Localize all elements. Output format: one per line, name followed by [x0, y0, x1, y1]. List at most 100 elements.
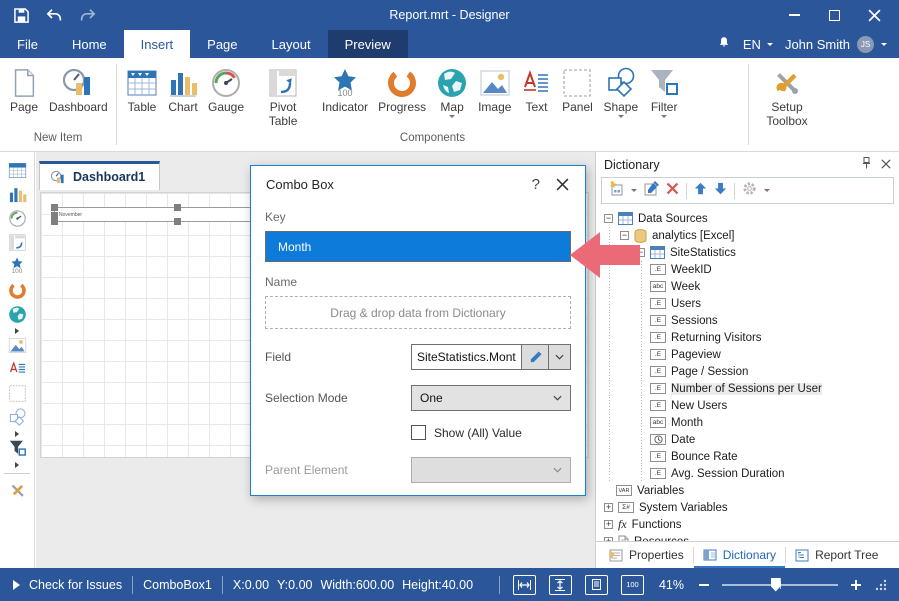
panel-icon[interactable] — [3, 382, 31, 405]
dialog-close-button[interactable] — [554, 178, 570, 191]
resize-grip-icon[interactable] — [874, 578, 887, 591]
help-button[interactable]: ? — [518, 176, 554, 193]
new-item-dropdown-icon[interactable] — [631, 189, 637, 192]
ribbon-item-table[interactable]: Table — [121, 64, 163, 116]
table-icon[interactable] — [3, 159, 31, 182]
text-icon[interactable] — [3, 358, 31, 381]
key-value-field[interactable]: Month — [265, 231, 571, 262]
selection-handle[interactable] — [174, 204, 181, 211]
user-menu[interactable]: John Smith JS — [785, 36, 887, 53]
tree-item-page-session[interactable]: .EPage / Session — [602, 363, 897, 380]
close-button[interactable] — [865, 6, 883, 24]
ribbon-item-text[interactable]: Text — [516, 64, 556, 116]
pin-icon[interactable] — [862, 157, 871, 172]
indicator-icon[interactable]: 100 — [3, 255, 31, 278]
tree-item-sessions[interactable]: .ESessions — [602, 312, 897, 329]
image-icon[interactable] — [3, 334, 31, 357]
ribbon-item-dashboard[interactable]: Dashboard — [44, 64, 112, 116]
tree-item-new-users[interactable]: .ENew Users — [602, 397, 897, 414]
delete-button[interactable] — [666, 182, 679, 200]
gear-icon[interactable] — [742, 181, 757, 201]
ribbon-item-page[interactable]: Page — [4, 64, 44, 116]
setup-toolbox-icon[interactable] — [3, 479, 31, 502]
shape-submenu-arrow-icon[interactable] — [0, 430, 34, 437]
selection-mode-select[interactable]: One — [411, 385, 571, 411]
ribbon-item-image[interactable]: Image — [473, 64, 516, 116]
move-up-button[interactable] — [694, 182, 707, 200]
ribbon-item-progress[interactable]: Progress — [373, 64, 431, 116]
tree-item-bounce-rate[interactable]: .EBounce Rate — [602, 448, 897, 465]
tree-item-weekid[interactable]: .EWeekID — [602, 261, 897, 278]
gear-dropdown-icon[interactable] — [764, 189, 770, 192]
chart-icon[interactable] — [3, 183, 31, 206]
selection-handle[interactable] — [51, 204, 58, 211]
maximize-button[interactable] — [825, 6, 843, 24]
edit-button[interactable] — [644, 181, 659, 201]
tab-insert[interactable]: Insert — [124, 30, 191, 58]
ribbon-item-gauge[interactable]: Gauge — [203, 64, 249, 116]
name-drop-zone[interactable]: Drag & drop data from Dictionary — [265, 296, 571, 329]
tree-item-date[interactable]: Date — [602, 431, 897, 448]
tree-item-variables[interactable]: VARVariables — [602, 482, 897, 499]
field-input[interactable] — [411, 344, 522, 370]
zoom-out-button[interactable] — [699, 584, 709, 586]
tree-item-functions[interactable]: +fxFunctions — [602, 516, 897, 533]
zoom-slider-thumb[interactable] — [771, 578, 781, 592]
tree-item-users[interactable]: .EUsers — [602, 295, 897, 312]
tab-dashboard1[interactable]: Dashboard1 — [39, 161, 160, 190]
tree-item-month[interactable]: abcMonth — [602, 414, 897, 431]
tree-item-week[interactable]: abcWeek — [602, 278, 897, 295]
align-page-width-icon[interactable] — [513, 575, 536, 595]
panel-close-icon[interactable] — [881, 158, 891, 172]
ribbon-item-shape[interactable]: Shape — [598, 64, 643, 119]
field-dropdown-button[interactable] — [549, 344, 571, 370]
shape-icon[interactable] — [3, 406, 31, 429]
new-item-button[interactable] — [608, 181, 624, 201]
tree-item-returning-visitors[interactable]: .EReturning Visitors — [602, 329, 897, 346]
tab-home[interactable]: Home — [55, 30, 124, 58]
selection-handle[interactable] — [51, 218, 58, 225]
field-edit-button[interactable] — [522, 344, 549, 370]
tree-item-analytics[interactable]: −analytics [Excel] — [602, 227, 897, 244]
page-view-icon[interactable] — [585, 575, 608, 595]
language-selector[interactable]: EN — [743, 37, 773, 52]
tree-item-pageview[interactable]: .EPageview — [602, 346, 897, 363]
move-down-button[interactable] — [714, 182, 727, 200]
ribbon-item-indicator[interactable]: 100 Indicator — [317, 64, 373, 116]
map-icon[interactable] — [3, 303, 31, 326]
tree-item-number-of-sessions-per-user[interactable]: .ENumber of Sessions per User — [602, 380, 897, 397]
notification-bell-icon[interactable] — [717, 35, 731, 53]
ribbon-item-chart[interactable]: Chart — [163, 64, 203, 116]
map-submenu-arrow-icon[interactable] — [0, 327, 34, 334]
zoom-100-icon[interactable]: 100 — [621, 575, 644, 595]
pivot-table-icon[interactable] — [3, 231, 31, 254]
minimize-button[interactable] — [785, 6, 803, 24]
tab-report-tree[interactable]: Report Tree — [786, 542, 887, 568]
undo-icon[interactable] — [45, 6, 63, 24]
zoom-in-button[interactable] — [851, 580, 861, 590]
gauge-icon[interactable] — [3, 207, 31, 230]
tab-properties[interactable]: Properties — [600, 542, 693, 568]
tree-item-sitestatistics[interactable]: −SiteStatistics — [602, 244, 897, 261]
ribbon-item-panel[interactable]: Panel — [556, 64, 598, 116]
ribbon-item-filter[interactable]: Filter — [643, 64, 685, 119]
tree-item-data-sources[interactable]: −Data Sources — [602, 210, 897, 227]
save-icon[interactable] — [12, 6, 30, 24]
tree-item-avg-session-duration[interactable]: .EAvg. Session Duration — [602, 465, 897, 482]
tab-dictionary[interactable]: Dictionary — [694, 542, 785, 568]
tab-preview[interactable]: Preview — [328, 30, 408, 58]
tab-layout[interactable]: Layout — [255, 30, 328, 58]
tab-file[interactable]: File — [0, 30, 55, 58]
tree-item-system-variables[interactable]: +Σ#System Variables — [602, 499, 897, 516]
check-for-issues-button[interactable]: Check for Issues — [12, 578, 122, 592]
parent-element-select[interactable] — [411, 457, 571, 483]
ribbon-item-pivot-table[interactable]: Pivot Table — [249, 64, 317, 130]
tab-page[interactable]: Page — [190, 30, 254, 58]
align-page-height-icon[interactable] — [549, 575, 572, 595]
ribbon-item-map[interactable]: Map — [431, 64, 473, 119]
ribbon-item-setup-toolbox[interactable]: Setup Toolbox — [753, 64, 821, 130]
progress-icon[interactable] — [3, 279, 31, 302]
zoom-slider[interactable] — [722, 584, 838, 586]
filter-icon[interactable] — [3, 437, 31, 460]
show-all-value-checkbox[interactable] — [411, 425, 426, 440]
